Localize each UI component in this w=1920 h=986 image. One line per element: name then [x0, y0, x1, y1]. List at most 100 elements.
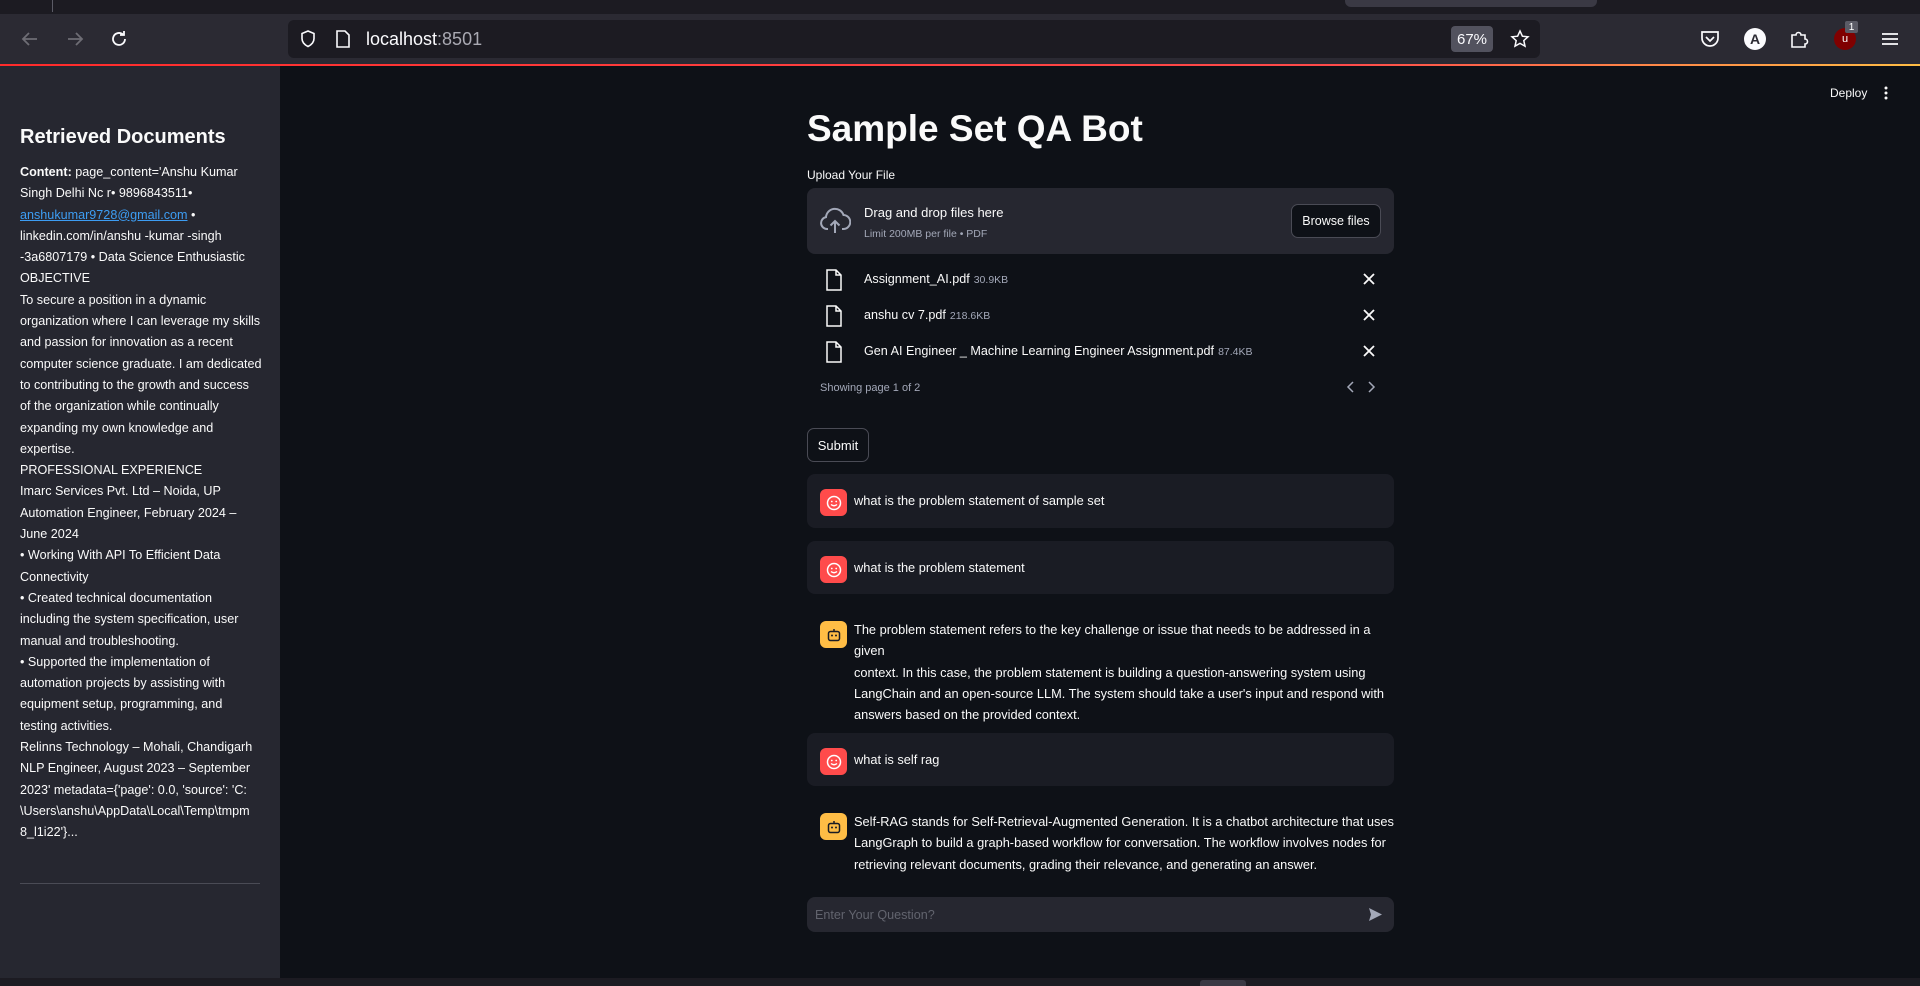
arrow-left-icon [21, 32, 37, 46]
bottom-bar [0, 978, 1920, 986]
extensions-button[interactable] [1787, 27, 1811, 51]
doc-line: automation projects by assisting with [20, 676, 226, 691]
doc-line: Automation Engineer, February 2024 – [20, 505, 237, 520]
uploaded-file-row: Gen AI Engineer _ Machine Learning Engin… [807, 336, 1394, 368]
doc-line-text: page_content='Anshu Kumar [75, 165, 238, 179]
page-info-icon[interactable] [334, 29, 352, 49]
forward-button[interactable] [60, 24, 90, 54]
cloud-upload-icon [820, 207, 851, 233]
file-icon [826, 341, 842, 363]
doc-line: To secure a position in a dynamic [20, 292, 207, 307]
deploy-button[interactable]: Deploy [1830, 86, 1867, 100]
file-name: Gen AI Engineer _ Machine Learning Engin… [864, 344, 1253, 358]
message-text: Self-RAG stands for Self-Retrieval-Augme… [854, 811, 1394, 875]
pocket-button[interactable] [1698, 27, 1722, 51]
doc-line: 8_l1i22'}... [20, 825, 78, 840]
dropzone-title: Drag and drop files here [864, 205, 1004, 220]
shield-icon[interactable] [298, 29, 318, 49]
doc-line: PROFESSIONAL EXPERIENCE [20, 463, 203, 478]
file-name-text: Assignment_AI.pdf [864, 272, 970, 286]
assistant-avatar [820, 621, 847, 648]
doc-line: computer science graduate. I am dedicate… [20, 356, 262, 371]
url-bar[interactable]: localhost:8501 67% [288, 20, 1540, 58]
doc-line: expertise. [20, 441, 75, 456]
user-avatar [820, 748, 847, 775]
back-button[interactable] [15, 24, 45, 54]
sidebar-heading: Retrieved Documents [20, 126, 226, 148]
puzzle-icon [1791, 31, 1809, 48]
close-icon[interactable] [1362, 272, 1376, 286]
bookmark-star-icon[interactable] [1510, 29, 1530, 49]
tab-divider [52, 0, 53, 12]
main-content: Deploy Sample Set QA Bot Upload Your Fil… [280, 66, 1920, 978]
email-link[interactable]: anshukumar9728@gmail.com [20, 208, 188, 222]
more-options-icon[interactable] [1880, 84, 1892, 102]
doc-line: including the system specification, user [20, 612, 239, 627]
upload-label: Upload Your File [807, 168, 896, 182]
smiley-icon [826, 754, 841, 769]
message-line: answers based on the provided context. [854, 707, 1081, 723]
arrow-right-icon [68, 32, 84, 46]
message-line: Self-RAG stands for Self-Retrieval-Augme… [854, 814, 1394, 829]
file-name-text: anshu cv 7.pdf [864, 308, 946, 322]
chat-message-user: what is the problem statement of sample … [807, 474, 1394, 528]
file-size: 30.9KB [973, 274, 1009, 286]
doc-line: expanding my own knowledge and [20, 420, 214, 435]
content-label: Content: [20, 165, 72, 179]
sidebar-divider [20, 883, 260, 884]
chat-input-bar [807, 897, 1394, 932]
ublock-badge: 1 [1845, 21, 1858, 33]
browse-files-button[interactable]: Browse files [1291, 204, 1381, 238]
file-icon [826, 305, 842, 327]
message-line: The problem statement refers to the key … [854, 622, 1371, 659]
uploaded-file-row: Assignment_AI.pdf 30.9KB [807, 264, 1394, 296]
doc-line: \Users\anshu\AppData\Local\Temp\tmpm [20, 803, 250, 818]
chevron-right-icon[interactable] [1364, 379, 1378, 395]
close-icon[interactable] [1362, 308, 1376, 322]
sidebar: Retrieved Documents Content: page_conten… [0, 66, 280, 978]
message-text: what is self rag [854, 752, 940, 767]
question-input[interactable] [815, 899, 1355, 930]
chevron-left-icon[interactable] [1344, 379, 1358, 395]
retrieved-document-text: Content: page_content='Anshu Kumar Singh… [20, 162, 262, 844]
message-line: retrieving relevant documents, grading t… [854, 856, 1318, 872]
chat-message-assistant: Self-RAG stands for Self-Retrieval-Augme… [807, 799, 1394, 899]
message-line: context. In this case, the problem state… [854, 664, 1366, 680]
file-size: 87.4KB [1218, 346, 1253, 358]
smiley-icon [826, 495, 841, 510]
pocket-icon [1701, 31, 1719, 47]
doc-line: 2023' metadata={'page': 0.0, 'source': '… [20, 782, 247, 797]
file-name: anshu cv 7.pdf 218.6KB [864, 308, 990, 322]
submit-button[interactable]: Submit [807, 428, 869, 462]
pagination-text: Showing page 1 of 2 [820, 382, 921, 394]
close-icon[interactable] [1362, 344, 1376, 358]
dropzone-limit: Limit 200MB per file • PDF [864, 228, 988, 240]
user-avatar [820, 489, 847, 516]
doc-line: and passion for innovation as a recent [20, 335, 233, 350]
file-name-text: Gen AI Engineer _ Machine Learning Engin… [864, 344, 1215, 358]
account-avatar[interactable]: A [1744, 28, 1766, 50]
zoom-indicator[interactable]: 67% [1451, 26, 1493, 52]
file-dropzone[interactable]: Drag and drop files here Limit 200MB per… [807, 188, 1394, 254]
page-title: Sample Set QA Bot [807, 108, 1143, 149]
hamburger-icon [1882, 33, 1898, 45]
bottom-tab [1200, 980, 1246, 986]
message-line: LangChain and an open-source LLM. The sy… [854, 685, 1385, 701]
browser-tab[interactable] [1345, 0, 1597, 7]
app-menu-button[interactable] [1878, 27, 1902, 51]
reload-icon [112, 31, 126, 46]
send-icon[interactable] [1367, 906, 1384, 923]
chat-message-assistant: The problem statement refers to the key … [807, 607, 1394, 727]
doc-line: • Supported the implementation of [20, 654, 210, 669]
doc-line: Connectivity [20, 569, 89, 584]
uploaded-file-row: anshu cv 7.pdf 218.6KB [807, 300, 1394, 332]
doc-line: Singh Delhi Nc r• 9896843511• [20, 186, 193, 201]
robot-icon [827, 820, 840, 833]
chat-message-user: what is self rag [807, 733, 1394, 786]
doc-line: NLP Engineer, August 2023 – September [20, 761, 251, 776]
assistant-avatar [820, 813, 847, 840]
reload-button[interactable] [104, 24, 134, 54]
tab-strip [0, 0, 1920, 14]
doc-line: • Created technical documentation [20, 590, 213, 605]
robot-icon [827, 628, 840, 641]
